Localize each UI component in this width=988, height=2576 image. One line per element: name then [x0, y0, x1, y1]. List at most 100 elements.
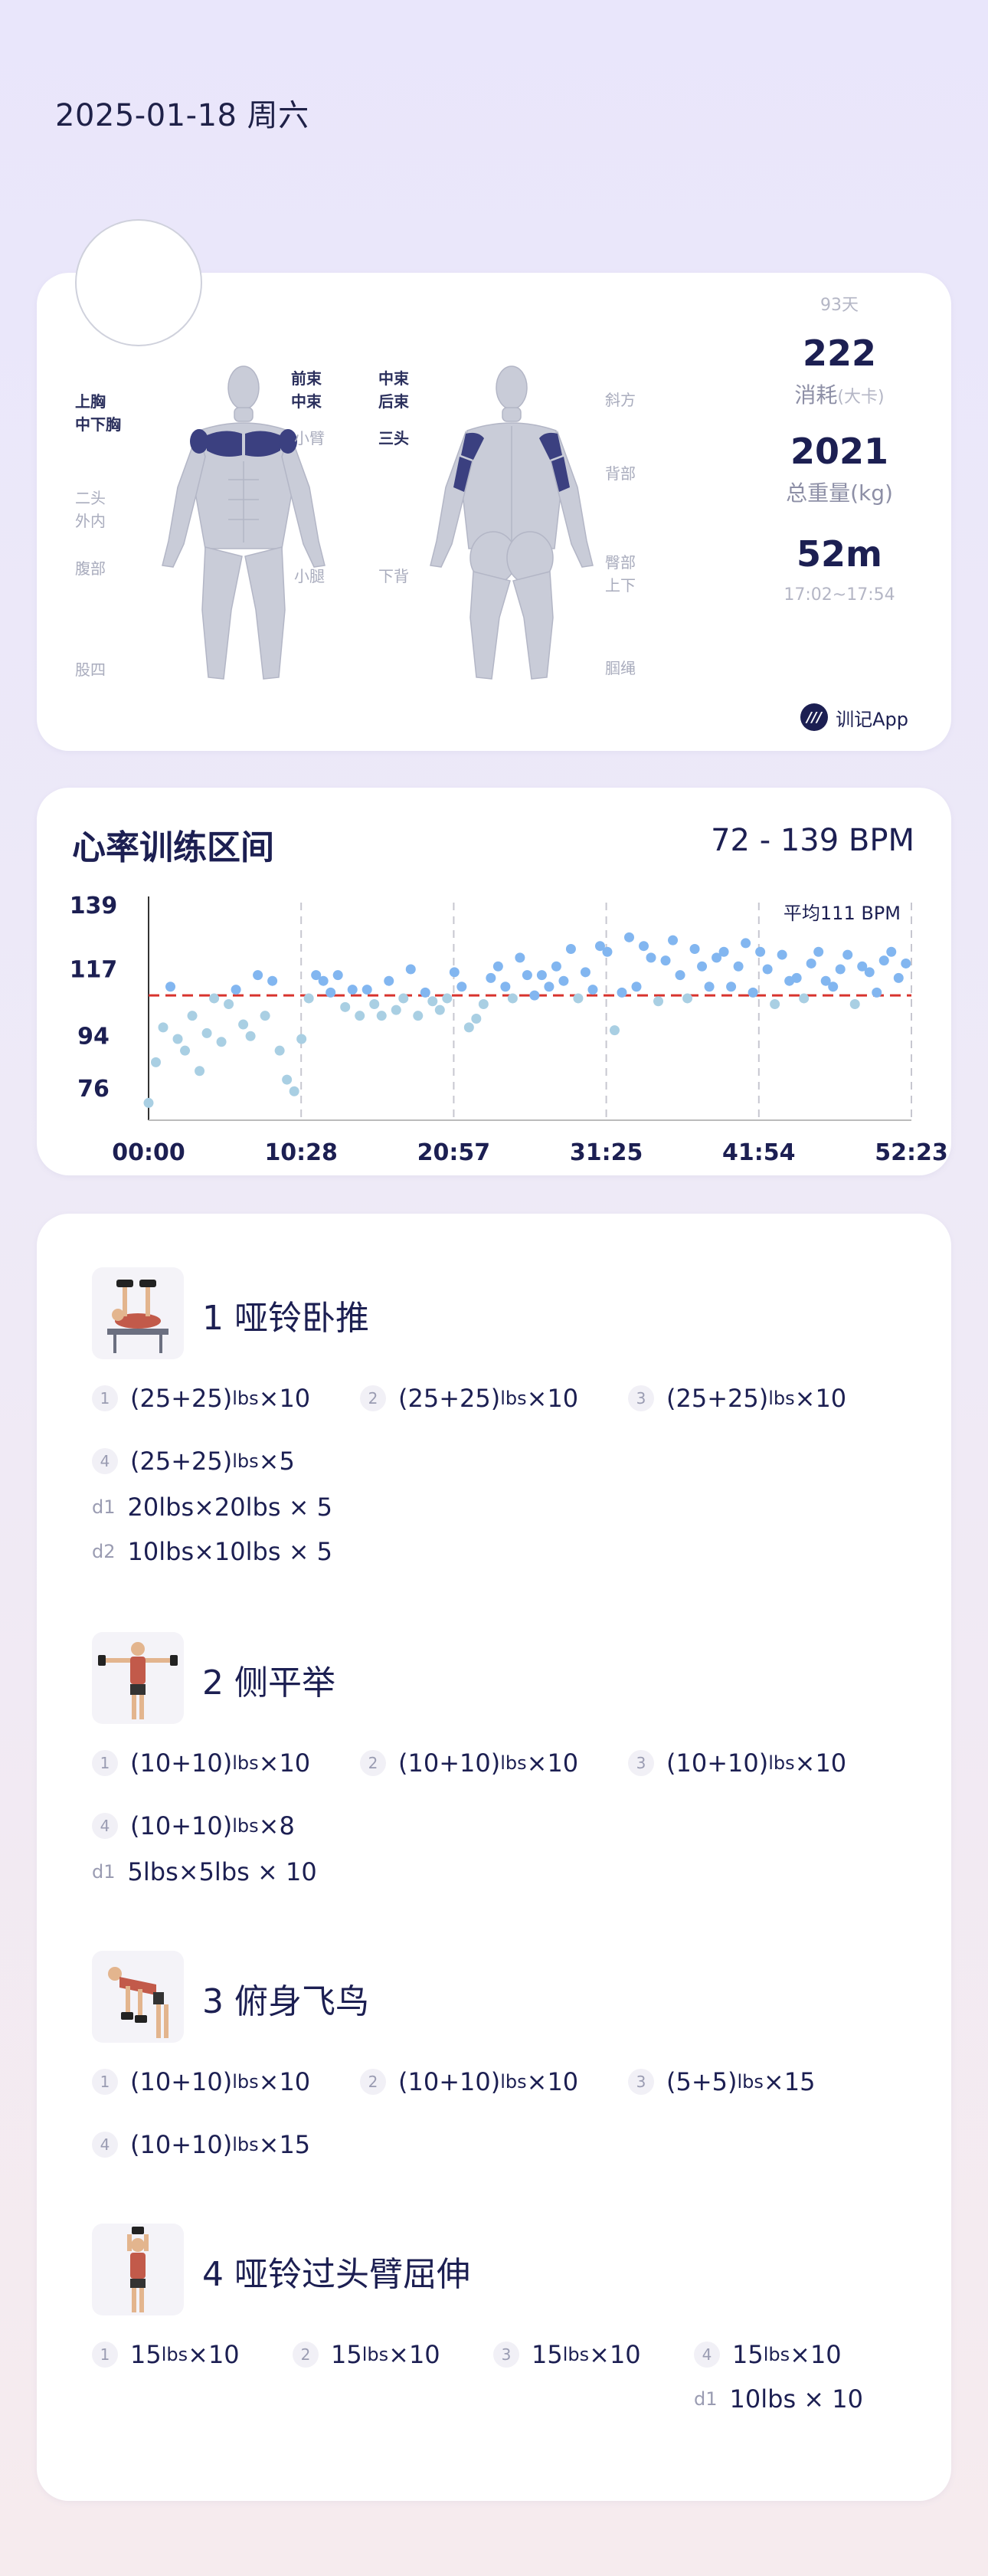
- heart-rate-point: [478, 999, 489, 1010]
- label-mid-lower-chest: 中下胸: [75, 415, 121, 434]
- label-biceps: 二头: [75, 489, 106, 507]
- heart-rate-point: [704, 982, 715, 992]
- x-tick-label: 20:57: [417, 1139, 491, 1166]
- heart-rate-point: [565, 943, 576, 954]
- heart-rate-point: [872, 987, 882, 998]
- dropset-row: d1 20lbs×20lbs × 5: [92, 1493, 333, 1522]
- heart-rate-point: [289, 1086, 299, 1096]
- heart-rate-point: [631, 982, 642, 992]
- heart-rate-point: [384, 975, 394, 986]
- lower-chest-muscle: [245, 431, 280, 457]
- heart-rate-point: [165, 982, 176, 992]
- heart-rate-point: [369, 999, 380, 1010]
- label-quads: 股四: [75, 660, 106, 679]
- heart-rate-point: [274, 1045, 285, 1056]
- heart-rate-point: [180, 1045, 191, 1056]
- upper-chest-muscle: [207, 431, 242, 457]
- heart-rate-card: 心率训练区间 72 - 139 BPM 139 117 94 76 00:00 10:28…: [37, 788, 951, 1175]
- front-body-figure: [162, 365, 326, 680]
- exercise-image: [92, 1632, 184, 1724]
- heart-rate-point: [515, 952, 525, 963]
- exercise-title: 4 哑铃过头臂屈伸: [202, 2255, 470, 2294]
- set-row: 2 (25+25) lbs ×10: [360, 1384, 578, 1413]
- heart-rate-point: [675, 970, 685, 981]
- set-row: 2 (10+10) lbs ×10: [360, 1748, 578, 1778]
- label-glutes: 臀部: [605, 553, 636, 572]
- heart-rate-point: [755, 946, 766, 957]
- heart-rate-point: [660, 955, 671, 966]
- dropset-row: d1 10lbs × 10: [694, 2384, 863, 2414]
- time-range: 17:02~17:54: [784, 585, 895, 605]
- heart-rate-point: [507, 993, 518, 1004]
- heart-rate-point: [551, 961, 561, 972]
- x-tick-label: 10:28: [264, 1139, 338, 1166]
- x-tick-label: 52:23: [875, 1139, 948, 1166]
- heart-rate-point: [864, 967, 875, 978]
- summary-card: 上胸 中下胸 二头 外内 腹部 股四 前束 中束 小臂 小腿 中束 后束 三头 …: [37, 273, 951, 751]
- heart-rate-point: [791, 972, 802, 983]
- set-row: 4 15 lbs ×10: [694, 2340, 842, 2369]
- heart-rate-point: [391, 1005, 401, 1015]
- y-tick-label: 94: [77, 1024, 110, 1050]
- heart-rate-point: [835, 964, 846, 975]
- heart-rate-point: [609, 1025, 620, 1036]
- calories-value: 222: [802, 333, 877, 374]
- x-tick-label: 31:25: [570, 1139, 643, 1166]
- heart-rate-point: [303, 993, 314, 1004]
- brand[interactable]: /// 训记App: [800, 703, 908, 731]
- stats-column: 93天 222 消耗(大卡) 2021 总重量(kg) 52m 17:02~17…: [770, 291, 908, 605]
- heart-rate-point: [347, 985, 358, 995]
- label-front-delt: 前束: [291, 369, 322, 388]
- heart-rate-point: [245, 1031, 256, 1041]
- set-row: 1 (10+10) lbs ×10: [92, 2067, 310, 2096]
- x-tick-label: 41:54: [722, 1139, 796, 1166]
- label-triceps: 三头: [378, 429, 409, 447]
- label-traps: 斜方: [605, 391, 636, 409]
- heart-rate-point: [726, 982, 737, 992]
- label-calves: 小腿: [294, 567, 325, 585]
- heart-rate-point: [806, 958, 816, 968]
- heart-rate-point: [544, 982, 555, 992]
- heart-rate-point: [668, 935, 679, 946]
- label-upper-lower: 上下: [605, 576, 636, 595]
- heart-rate-point: [296, 1034, 307, 1044]
- dropset-row: d2 10lbs×10lbs × 5: [92, 1537, 333, 1566]
- date-heading: 2025-01-18 周六: [55, 98, 309, 133]
- heart-rate-point: [420, 987, 430, 998]
- set-row: 4 (10+10) lbs ×8: [92, 1811, 295, 1840]
- heart-rate-point: [849, 999, 860, 1010]
- heart-rate-point: [216, 1037, 227, 1047]
- heart-rate-point: [682, 993, 693, 1004]
- label-forearm: 小臂: [294, 429, 325, 447]
- total-weight-value: 2021: [790, 431, 889, 472]
- heart-rate-point: [486, 972, 496, 983]
- label-abs: 腹部: [75, 559, 106, 578]
- heart-rate-point: [151, 1057, 162, 1067]
- heart-rate-point: [536, 970, 547, 981]
- heart-rate-point: [427, 996, 438, 1007]
- heart-rate-point: [201, 1027, 212, 1038]
- heart-rate-point: [362, 985, 372, 995]
- avatar[interactable]: [75, 219, 202, 346]
- back-body-figure: [430, 365, 594, 680]
- exercise-image: [92, 1267, 184, 1359]
- heart-rate-point: [901, 958, 911, 968]
- brand-name: 训记App: [836, 708, 908, 730]
- heart-rate-point: [449, 967, 460, 978]
- exercise-title: 3 俯身飞鸟: [202, 1982, 369, 2021]
- heart-rate-point: [500, 982, 511, 992]
- heart-rate-point: [187, 1011, 198, 1021]
- heart-rate-point: [777, 949, 787, 960]
- heart-rate-point: [471, 1013, 482, 1024]
- heart-rate-point: [224, 999, 234, 1010]
- heart-rate-point: [623, 932, 634, 942]
- heart-rate-point: [762, 964, 773, 975]
- set-row: 1 15 lbs ×10: [92, 2340, 240, 2369]
- exercise-title: 2 侧平举: [202, 1663, 335, 1703]
- heart-rate-point: [587, 985, 598, 995]
- total-weight-label: 总重量(kg): [786, 480, 893, 506]
- set-row: 3 (5+5) lbs ×15: [628, 2067, 815, 2096]
- heart-rate-point: [558, 975, 569, 986]
- exercise-title: 1 哑铃卧推: [202, 1299, 369, 1338]
- heart-rate-point: [318, 975, 329, 986]
